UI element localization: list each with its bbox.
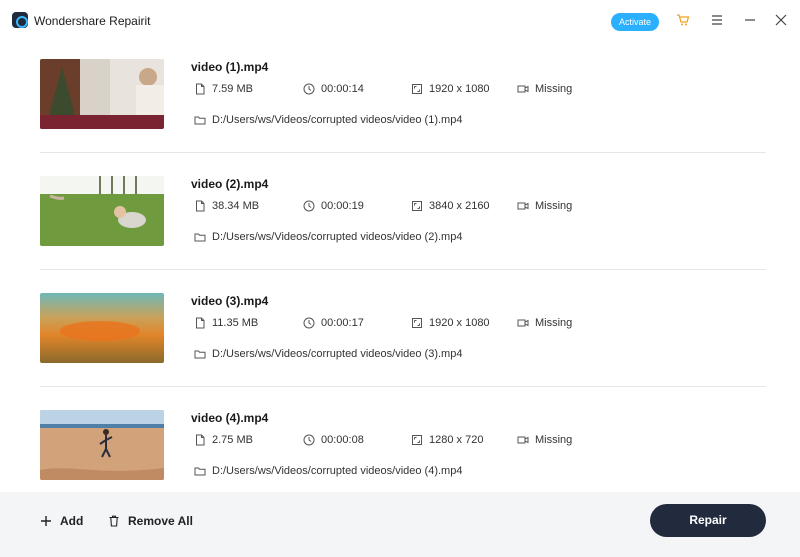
activate-button[interactable]: Activate — [611, 13, 659, 31]
minimize-icon[interactable] — [744, 15, 756, 25]
file-resolution: 1920 x 1080 — [411, 83, 490, 95]
file-size: 2.75 MB — [194, 434, 253, 446]
video-camera-icon — [517, 319, 529, 327]
file-path: D:/Users/ws/Videos/corrupted videos/vide… — [194, 348, 462, 360]
file-name: video (3).mp4 — [191, 294, 269, 308]
folder-icon — [194, 350, 206, 359]
bottom-toolbar: Add Remove All Repair — [0, 492, 800, 557]
resolution-icon — [412, 435, 422, 445]
clock-icon — [303, 83, 315, 95]
file-icon — [196, 317, 205, 329]
divider — [40, 152, 766, 153]
folder-icon — [194, 467, 206, 476]
file-size: 11.35 MB — [194, 317, 258, 329]
file-icon — [196, 434, 205, 446]
file-resolution: 3840 x 2160 — [411, 200, 490, 212]
file-status: Missing — [517, 200, 572, 212]
clock-icon — [303, 317, 315, 329]
folder-icon — [194, 233, 206, 242]
divider — [40, 269, 766, 270]
trash-icon — [109, 515, 119, 527]
resolution-icon — [412, 84, 422, 94]
list-item[interactable]: video (2).mp4 38.34 MB 00:00:19 3840 x 2… — [0, 161, 800, 278]
resolution-icon — [412, 201, 422, 211]
add-button[interactable]: Add — [40, 513, 83, 529]
file-size: 38.34 MB — [194, 200, 259, 212]
repair-button[interactable]: Repair — [650, 504, 766, 537]
cart-icon[interactable] — [676, 13, 690, 27]
app-title: Wondershare Repairit — [34, 14, 151, 28]
divider — [40, 386, 766, 387]
file-icon — [196, 83, 205, 95]
file-status: Missing — [517, 83, 572, 95]
plus-icon — [41, 516, 51, 526]
file-status: Missing — [517, 317, 572, 329]
file-size: 7.59 MB — [194, 83, 253, 95]
video-camera-icon — [517, 202, 529, 210]
video-thumbnail[interactable] — [40, 410, 164, 480]
file-name: video (4).mp4 — [191, 411, 269, 425]
file-duration: 00:00:08 — [303, 434, 364, 446]
list-item[interactable]: video (1).mp4 7.59 MB 00:00:14 1920 x 10… — [0, 44, 800, 161]
folder-icon — [194, 116, 206, 125]
file-duration: 00:00:14 — [303, 83, 364, 95]
resolution-icon — [412, 318, 422, 328]
file-resolution: 1280 x 720 — [411, 434, 483, 446]
file-name: video (1).mp4 — [191, 60, 269, 74]
file-icon — [196, 200, 205, 212]
app-window: Wondershare Repairit Activate video (1).… — [0, 0, 800, 557]
title-bar: Wondershare Repairit Activate — [0, 0, 800, 44]
remove-all-button[interactable]: Remove All — [108, 513, 193, 529]
clock-icon — [303, 434, 315, 446]
menu-icon[interactable] — [711, 15, 723, 25]
file-list: video (1).mp4 7.59 MB 00:00:14 1920 x 10… — [0, 44, 800, 492]
list-item[interactable]: video (3).mp4 11.35 MB 00:00:17 1920 x 1… — [0, 278, 800, 395]
file-path: D:/Users/ws/Videos/corrupted videos/vide… — [194, 465, 462, 477]
app-logo-icon — [12, 12, 28, 28]
video-thumbnail[interactable] — [40, 293, 164, 363]
video-camera-icon — [517, 85, 529, 93]
video-thumbnail[interactable] — [40, 59, 164, 129]
file-resolution: 1920 x 1080 — [411, 317, 490, 329]
file-path: D:/Users/ws/Videos/corrupted videos/vide… — [194, 231, 462, 243]
video-camera-icon — [517, 436, 529, 444]
file-path: D:/Users/ws/Videos/corrupted videos/vide… — [194, 114, 462, 126]
video-thumbnail[interactable] — [40, 176, 164, 246]
file-name: video (2).mp4 — [191, 177, 269, 191]
file-status: Missing — [517, 434, 572, 446]
file-duration: 00:00:17 — [303, 317, 364, 329]
file-duration: 00:00:19 — [303, 200, 364, 212]
clock-icon — [303, 200, 315, 212]
close-icon[interactable] — [775, 14, 787, 26]
